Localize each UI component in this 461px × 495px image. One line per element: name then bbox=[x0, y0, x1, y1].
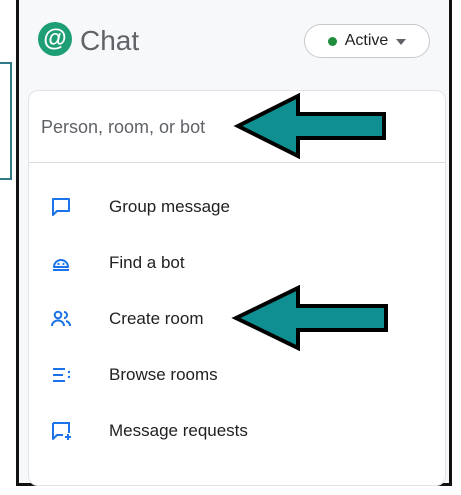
menu-item-browse-rooms[interactable]: Browse rooms bbox=[29, 353, 445, 397]
annotation-arrow-search bbox=[233, 92, 386, 160]
header: @ Chat Active bbox=[22, 14, 432, 66]
menu-item-label: Create room bbox=[109, 309, 204, 328]
menu-item-group-message[interactable]: Group message bbox=[29, 185, 445, 229]
status-dropdown[interactable]: Active bbox=[304, 24, 430, 58]
chat-logo: @ bbox=[38, 22, 72, 56]
left-accent bbox=[0, 62, 12, 180]
menu-item-label: Find a bot bbox=[109, 253, 185, 272]
chevron-down-icon bbox=[396, 38, 407, 45]
app-title: Chat bbox=[80, 25, 140, 56]
message-add-icon bbox=[49, 419, 73, 443]
people-icon bbox=[49, 307, 73, 331]
bot-icon bbox=[49, 251, 73, 275]
menu-item-label: Group message bbox=[109, 197, 230, 216]
annotation-arrow-create-room bbox=[231, 284, 388, 352]
menu-item-find-a-bot[interactable]: Find a bot bbox=[29, 241, 445, 285]
list-icon bbox=[49, 363, 73, 387]
menu-item-label: Browse rooms bbox=[109, 365, 218, 384]
chat-bubble-icon bbox=[49, 195, 73, 219]
menu-item-message-requests[interactable]: Message requests bbox=[29, 409, 445, 453]
menu-item-label: Message requests bbox=[109, 421, 248, 440]
status-label: Active bbox=[344, 32, 389, 49]
status-dot-icon bbox=[327, 36, 337, 46]
